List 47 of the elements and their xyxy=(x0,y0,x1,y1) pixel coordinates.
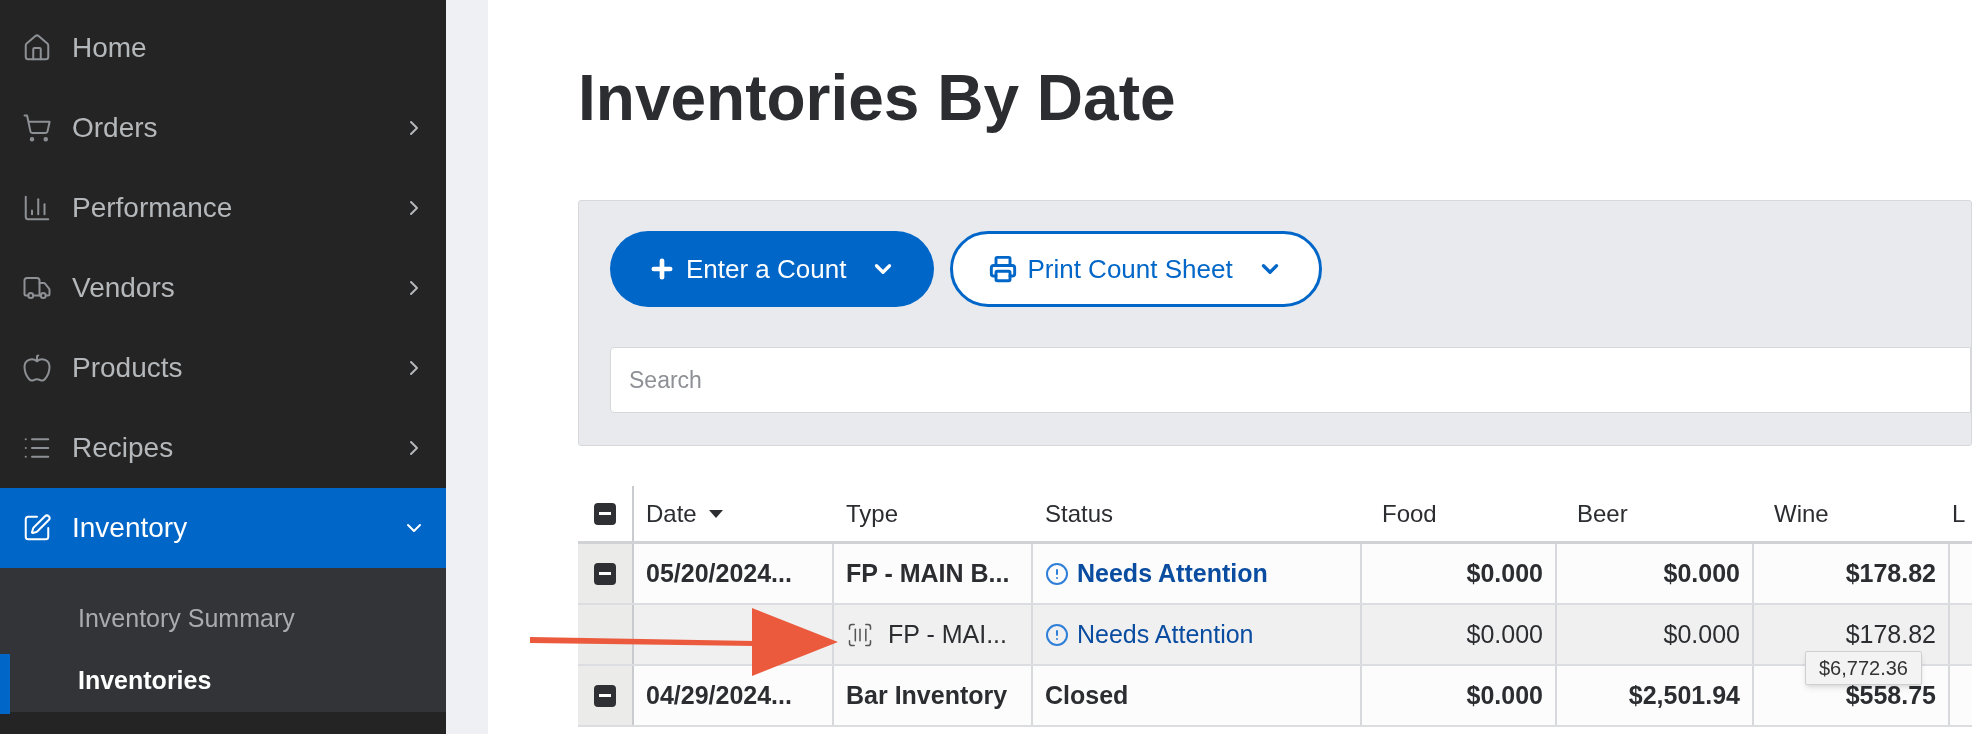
amount-cell-text: $178.82 xyxy=(1845,618,1936,650)
column-header[interactable]: Status xyxy=(1045,495,1114,532)
submenu-item[interactable]: Inventories xyxy=(78,662,212,700)
status-link[interactable]: Needs Attention xyxy=(1077,615,1254,654)
amount-cell-text: $0.000 xyxy=(1663,557,1740,589)
print-sheet-button[interactable]: Print Count Sheet xyxy=(950,231,1322,307)
search-field[interactable]: Search xyxy=(610,347,1971,413)
column-header[interactable]: Food xyxy=(1382,495,1437,532)
type-cell-text: FP - MAIN B... xyxy=(846,557,1010,589)
sidebar-item[interactable]: Vendors xyxy=(0,248,446,328)
collapse-toggle[interactable] xyxy=(594,562,616,585)
enter-count-button[interactable]: Enter a Count xyxy=(610,231,935,307)
amount-cell-text: $0.000 xyxy=(1663,618,1740,650)
date-cell-text: 05/20/2024... xyxy=(646,557,792,589)
sidebar-item[interactable]: Orders xyxy=(0,88,446,168)
amount-cell-text: $0.000 xyxy=(1466,618,1543,650)
amount-cell-text: $0.000 xyxy=(1466,679,1543,711)
amount-cell-text: $0.000 xyxy=(1466,557,1543,589)
sidebar-item[interactable]: Products xyxy=(0,328,446,408)
type-cell-text: Bar Inventory xyxy=(846,679,1008,711)
sidebar-item[interactable]: Inventory xyxy=(0,488,446,568)
home-icon xyxy=(22,33,52,63)
submenu-item[interactable]: Inventory Summary xyxy=(78,600,295,638)
sidebar-item[interactable]: Home xyxy=(0,8,446,88)
column-header[interactable]: L xyxy=(1952,495,1966,532)
status-cell-text: Closed xyxy=(1045,679,1129,711)
printer-icon xyxy=(989,255,1018,283)
column-header[interactable]: Type xyxy=(846,495,899,532)
amount-cell-text: $178.82 xyxy=(1845,557,1936,589)
amount-cell-text: $2,501.94 xyxy=(1628,679,1740,711)
collapse-toggle[interactable] xyxy=(594,684,616,707)
bar-chart-icon xyxy=(22,193,52,223)
type-cell-text: FP - MAI... xyxy=(888,618,1007,650)
page-title: Inventories By Date xyxy=(578,61,1176,136)
column-header[interactable]: Beer xyxy=(1577,495,1628,532)
collapse-all-toggle[interactable] xyxy=(594,502,616,525)
edit-icon xyxy=(22,513,52,543)
tooltip: $6,772.36 xyxy=(1805,651,1922,685)
date-cell-text: 04/29/2024... xyxy=(646,679,792,711)
cart-icon xyxy=(22,113,52,143)
apple-icon xyxy=(22,353,52,383)
sort-down-icon xyxy=(708,509,723,518)
sidebar-item[interactable]: Recipes xyxy=(0,408,446,488)
status-link[interactable]: Needs Attention xyxy=(1077,554,1268,593)
column-header[interactable]: Wine xyxy=(1774,495,1829,532)
column-header[interactable]: Date xyxy=(646,495,697,532)
sidebar-item[interactable]: Performance xyxy=(0,168,446,248)
